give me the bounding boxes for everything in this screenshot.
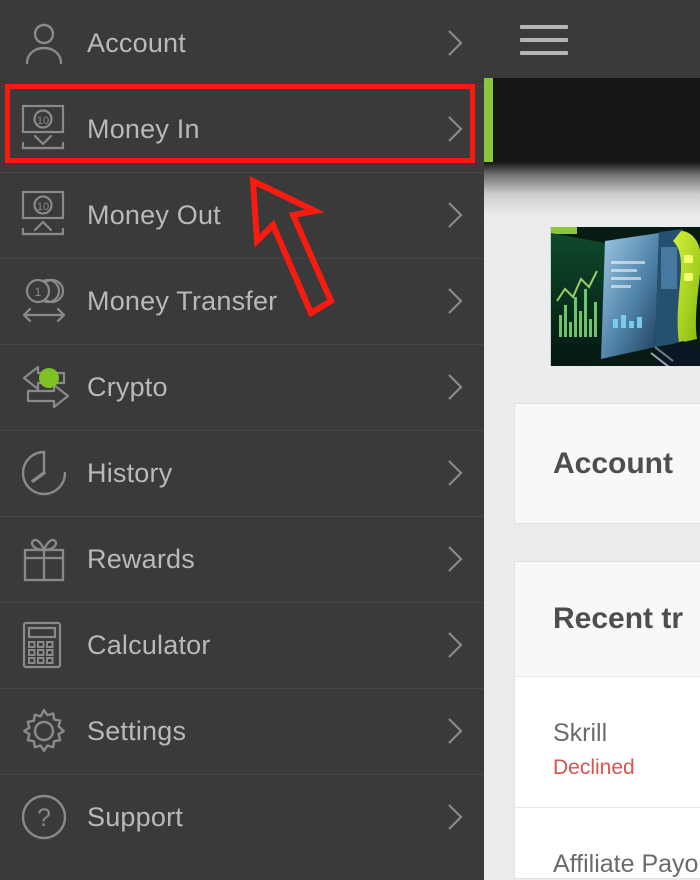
user-icon: [20, 13, 78, 73]
calculator-icon: [20, 615, 78, 675]
sidebar-item-money-transfer[interactable]: 1 Money Transfer: [0, 258, 484, 344]
sidebar-item-label: Calculator: [87, 629, 211, 660]
sidebar-item-money-in[interactable]: 10 Money In: [0, 86, 484, 172]
svg-text:?: ?: [37, 804, 51, 832]
recent-transactions-title: Recent tr: [553, 602, 684, 635]
gear-icon: [20, 701, 78, 761]
chevron-right-icon: [444, 544, 466, 574]
sidebar-item-support[interactable]: ? Support: [0, 774, 484, 860]
sidebar-item-label: Account: [87, 27, 186, 58]
sidebar-item-label: Crypto: [87, 371, 168, 402]
recent-transactions-header: Recent tr: [515, 562, 700, 677]
sidebar-item-calculator[interactable]: Calculator: [0, 602, 484, 688]
chevron-right-icon: [444, 458, 466, 488]
sidebar-item-label: Money In: [87, 113, 200, 144]
sidebar-item-label: Money Transfer: [87, 285, 278, 316]
money-in-icon: 10: [20, 99, 78, 159]
sidebar-navigation: Account 10 Money In 10 Money Out 1 Money…: [0, 0, 484, 880]
transaction-name: Affiliate Payo: [553, 850, 699, 878]
mobile-app-screen: Account 10 Money In 10 Money Out 1 Money…: [0, 0, 700, 880]
sidebar-item-label: History: [87, 457, 173, 488]
top-bar: [484, 0, 700, 78]
svg-text:1: 1: [35, 285, 42, 299]
sidebar-item-label: Rewards: [87, 543, 195, 574]
crypto-icon: [20, 357, 78, 417]
chevron-right-icon: [444, 286, 466, 316]
sidebar-item-label: Settings: [87, 715, 187, 746]
history-clock-icon: [20, 443, 78, 503]
question-circle-icon: ?: [20, 787, 78, 847]
chevron-right-icon: [444, 200, 466, 230]
chevron-right-icon: [444, 372, 466, 402]
money-transfer-icon: 1: [20, 271, 78, 331]
sidebar-item-label: Support: [87, 801, 183, 832]
chevron-right-icon: [444, 716, 466, 746]
sidebar-item-label: Money Out: [87, 199, 221, 230]
trading-screens-promo-image[interactable]: [550, 227, 700, 366]
hero-banner: [484, 78, 700, 162]
chevron-right-icon: [444, 630, 466, 660]
transaction-name: Skrill: [553, 719, 608, 747]
money-out-icon: 10: [20, 185, 78, 245]
sidebar-item-history[interactable]: History: [0, 430, 484, 516]
svg-text:10: 10: [37, 201, 49, 213]
sidebar-item-crypto[interactable]: Crypto: [0, 344, 484, 430]
svg-text:10: 10: [37, 115, 49, 127]
hero-fade-gradient: [484, 162, 700, 220]
account-card-title: Account: [553, 446, 673, 480]
status-badge: Declined: [553, 755, 635, 779]
green-accent-bar: [484, 78, 493, 162]
table-row[interactable]: Affiliate Payo: [515, 808, 700, 878]
sidebar-item-settings[interactable]: Settings: [0, 688, 484, 774]
sidebar-item-money-out[interactable]: 10 Money Out: [0, 172, 484, 258]
table-row[interactable]: Skrill Declined: [515, 677, 700, 808]
hamburger-menu-icon[interactable]: [520, 25, 568, 55]
sidebar-item-rewards[interactable]: Rewards: [0, 516, 484, 602]
recent-transactions-card: Recent tr Skrill Declined Affiliate Payo: [514, 561, 700, 879]
chevron-right-icon: [444, 114, 466, 144]
gift-icon: [20, 529, 78, 589]
account-card[interactable]: Account: [514, 403, 700, 524]
chevron-right-icon: [444, 28, 466, 58]
chevron-right-icon: [444, 802, 466, 832]
sidebar-item-account[interactable]: Account: [0, 0, 484, 86]
